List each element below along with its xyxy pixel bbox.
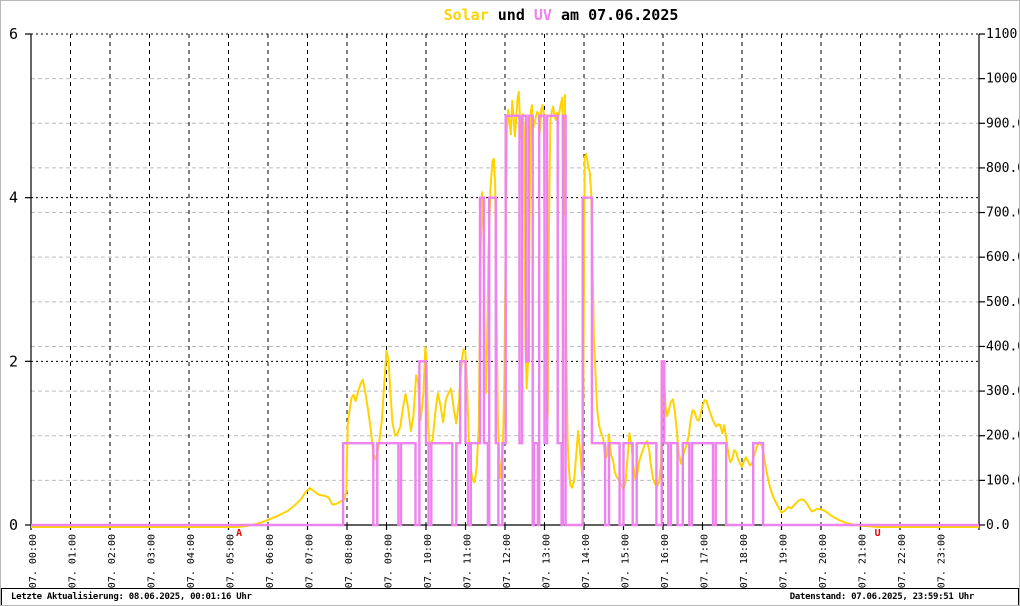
- y-right-label: 1100.0: [986, 27, 1020, 42]
- x-hour-label: 07. 21:00: [858, 534, 869, 588]
- solar-uv-chart: A U 0 2 4 6 0.0 100.0 200.0 300.0 400.0 500.0 600.…: [9, 6, 1020, 588]
- chart-title-uv: UV: [534, 6, 552, 24]
- x-hour-label: 07. 13:00: [542, 534, 553, 588]
- chart-title-date: am 07.06.2025: [561, 6, 678, 24]
- status-bar: Letzte Aktualisierung: 08.06.2025, 00:01…: [1, 588, 1019, 605]
- y-right-label: 400.0: [986, 339, 1020, 354]
- x-hour-label: 07. 05:00: [226, 534, 237, 588]
- uv-line: [31, 114, 979, 527]
- x-axis-labels: 07. 00:00 07. 01:00 07. 02:00 07. 03:00 07. …: [28, 534, 948, 588]
- y-axis-left-labels: 0 2 4 6: [9, 25, 18, 534]
- y-right-label: 800.0: [986, 161, 1020, 176]
- chart-title-solar: Solar: [444, 6, 489, 24]
- y-left-label: 0: [9, 516, 18, 534]
- y-right-label: 900.0: [986, 116, 1020, 131]
- x-hour-label: 07. 12:00: [502, 534, 513, 588]
- y-right-label: 600.0: [986, 250, 1020, 265]
- x-hour-label: 07. 19:00: [779, 534, 790, 588]
- x-hour-label: 07. 23:00: [937, 534, 948, 588]
- solar-uv-weather-page: A U 0 2 4 6 0.0 100.0 200.0 300.0 400.0 500.0 600.…: [0, 0, 1020, 606]
- y-right-label: 0.0: [986, 518, 1009, 533]
- x-hour-label: 07. 10:00: [423, 534, 434, 588]
- x-hour-label: 07. 00:00: [28, 534, 39, 588]
- sunrise-marker: A: [236, 528, 242, 539]
- x-hour-label: 07. 08:00: [344, 534, 355, 588]
- x-hour-label: 07. 02:00: [107, 534, 118, 588]
- y-right-label: 200.0: [986, 429, 1020, 444]
- x-hour-label: 07. 17:00: [700, 534, 711, 588]
- sunset-marker: U: [875, 528, 881, 539]
- y-right-label: 700.0: [986, 206, 1020, 221]
- x-hour-label: 07. 09:00: [384, 534, 395, 588]
- x-hour-label: 07. 16:00: [660, 534, 671, 588]
- y-right-label: 1000.0: [986, 72, 1020, 87]
- y-right-label: 100.0: [986, 473, 1020, 488]
- x-hour-label: 07. 18:00: [739, 534, 750, 588]
- y-left-label: 6: [9, 25, 18, 43]
- data-timestamp-text: Datenstand: 07.06.2025, 23:59:51 Uhr: [789, 592, 975, 602]
- x-hour-label: 07. 22:00: [897, 534, 908, 588]
- x-hour-label: 07. 03:00: [147, 534, 158, 588]
- y-left-label: 2: [9, 352, 18, 370]
- chart-title-und: und: [498, 6, 534, 24]
- x-hour-label: 07. 01:00: [68, 534, 79, 588]
- y-left-label: 4: [9, 189, 18, 207]
- x-hour-label: 07. 14:00: [581, 534, 592, 588]
- x-hour-label: 07. 15:00: [621, 534, 632, 588]
- y-right-label: 500.0: [986, 295, 1020, 310]
- last-update-text: Letzte Aktualisierung: 08.06.2025, 00:01…: [11, 592, 252, 602]
- x-hour-label: 07. 06:00: [265, 534, 276, 588]
- chart-title: Solar und UV am 07.06.2025: [444, 6, 679, 24]
- x-hour-label: 07. 04:00: [186, 534, 197, 588]
- x-hour-label: 07. 07:00: [305, 534, 316, 588]
- x-hour-label: 07. 20:00: [818, 534, 829, 588]
- x-hour-label: 07. 11:00: [463, 534, 474, 588]
- y-axis-right-labels: 0.0 100.0 200.0 300.0 400.0 500.0 600.0 700.0 80…: [986, 27, 1020, 533]
- y-right-label: 300.0: [986, 384, 1020, 399]
